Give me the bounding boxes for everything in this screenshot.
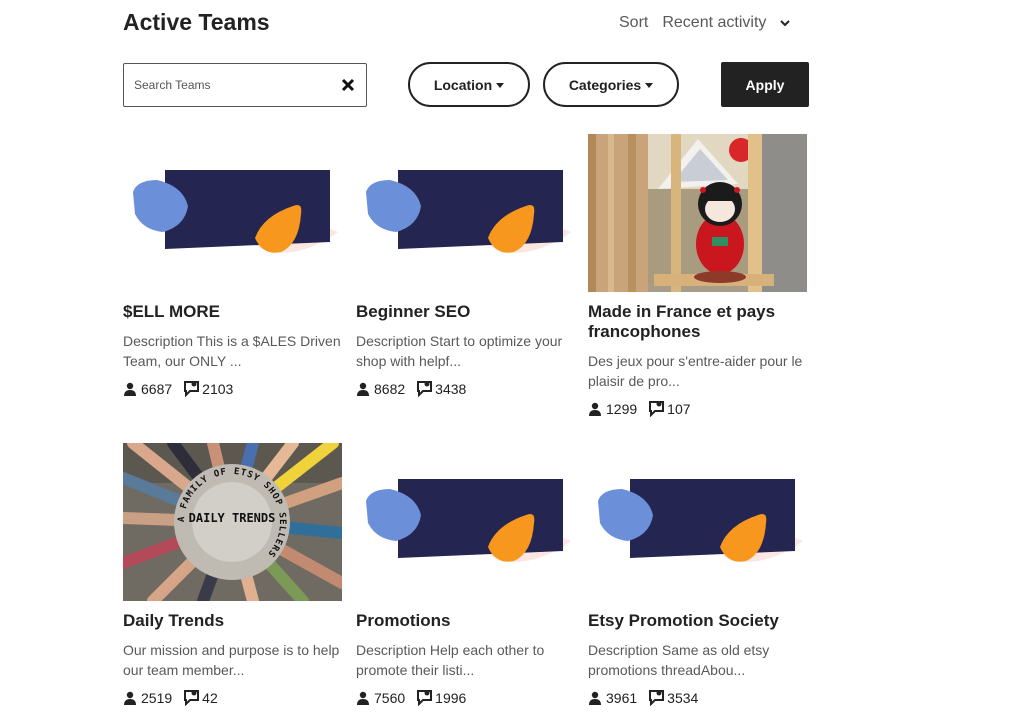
discussions-icon bbox=[417, 690, 433, 706]
team-description: Description This is a $ALES Driven Team,… bbox=[123, 333, 341, 369]
team-name[interactable]: Beginner SEO bbox=[356, 302, 576, 322]
team-name[interactable]: $ELL MORE bbox=[123, 302, 343, 322]
discussions-count: 107 bbox=[667, 400, 691, 417]
members-count: 6687 bbox=[141, 380, 173, 397]
caret-down-icon bbox=[645, 82, 654, 88]
discussions-icon bbox=[184, 690, 200, 706]
team-description: Des jeux pour s'entre-aider pour le plai… bbox=[588, 353, 803, 389]
discussions-count: 3438 bbox=[435, 380, 467, 397]
team-stats: 2519 42 bbox=[123, 689, 343, 706]
discussions-count: 3534 bbox=[667, 689, 699, 706]
team-name[interactable]: Made in France et pays francophones bbox=[588, 302, 808, 342]
team-name[interactable]: Daily Trends bbox=[123, 611, 343, 631]
team-stats: 3961 3534 bbox=[588, 689, 808, 706]
team-default-banner[interactable] bbox=[356, 134, 575, 292]
team-photo-kokeshi-doll[interactable] bbox=[588, 134, 807, 292]
categories-filter-button[interactable]: Categories bbox=[543, 62, 679, 107]
team-description: Description Same as old etsy promotions … bbox=[588, 642, 770, 678]
discussions-icon bbox=[184, 381, 200, 397]
discussions-count: 42 bbox=[202, 689, 218, 706]
location-filter-label: Location bbox=[433, 76, 493, 93]
team-stats: 8682 3438 bbox=[356, 380, 576, 397]
members-icon bbox=[124, 382, 136, 396]
discussions-count: 2103 bbox=[202, 380, 234, 397]
members-icon bbox=[589, 402, 601, 416]
team-card[interactable]: Beginner SEO Description Start to optimi… bbox=[356, 134, 576, 397]
apply-button[interactable]: Apply bbox=[721, 62, 809, 107]
team-card[interactable]: Promotions Description Help each other t… bbox=[356, 443, 576, 706]
team-card[interactable]: Etsy Promotion Society Description Same … bbox=[588, 443, 808, 706]
close-icon[interactable] bbox=[340, 77, 356, 93]
search-input[interactable] bbox=[134, 78, 340, 92]
members-icon bbox=[589, 691, 601, 705]
sort-label: Sort bbox=[619, 14, 649, 31]
members-count: 1299 bbox=[606, 400, 638, 417]
members-count: 2519 bbox=[141, 689, 173, 706]
team-name[interactable]: Promotions bbox=[356, 611, 576, 631]
discussions-icon bbox=[417, 381, 433, 397]
team-description: Our mission and purpose is to help our t… bbox=[123, 642, 340, 678]
team-photo-hands-circle[interactable]: A FAMILY OF ETSY SHOP SELLERS DAILY TREN… bbox=[123, 443, 342, 601]
sort-value[interactable]: Recent activity bbox=[662, 14, 766, 32]
team-stats: 1299 107 bbox=[588, 400, 808, 417]
members-icon bbox=[124, 691, 136, 705]
members-count: 3961 bbox=[606, 689, 638, 706]
team-default-banner[interactable] bbox=[123, 134, 342, 292]
caret-down-icon bbox=[496, 82, 505, 88]
team-default-banner[interactable] bbox=[356, 443, 575, 601]
page-title: Active Teams bbox=[123, 9, 270, 35]
members-count: 7560 bbox=[374, 689, 406, 706]
members-icon bbox=[357, 382, 369, 396]
members-count: 8682 bbox=[374, 380, 406, 397]
location-filter-button[interactable]: Location bbox=[408, 62, 530, 107]
team-description: Description Start to optimize your shop … bbox=[356, 333, 563, 369]
members-icon bbox=[357, 691, 369, 705]
team-description: Description Help each other to promote t… bbox=[356, 642, 545, 678]
team-card[interactable]: A FAMILY OF ETSY SHOP SELLERS DAILY TREN… bbox=[123, 443, 343, 706]
image-text: DAILY TRENDS bbox=[189, 511, 276, 525]
discussions-count: 1996 bbox=[435, 689, 467, 706]
team-stats: 6687 2103 bbox=[123, 380, 343, 397]
chevron-down-icon[interactable] bbox=[780, 18, 791, 28]
team-stats: 7560 1996 bbox=[356, 689, 576, 706]
team-card[interactable]: Made in France et pays francophones Des … bbox=[588, 134, 808, 417]
search-box bbox=[123, 63, 367, 107]
team-default-banner[interactable] bbox=[588, 443, 807, 601]
team-card[interactable]: $ELL MORE Description This is a $ALES Dr… bbox=[123, 134, 343, 397]
discussions-icon bbox=[649, 401, 665, 417]
team-name[interactable]: Etsy Promotion Society bbox=[588, 611, 808, 631]
categories-filter-label: Categories bbox=[568, 76, 642, 93]
discussions-icon bbox=[649, 690, 665, 706]
sort-control[interactable]: Sort Recent activity bbox=[619, 14, 791, 32]
